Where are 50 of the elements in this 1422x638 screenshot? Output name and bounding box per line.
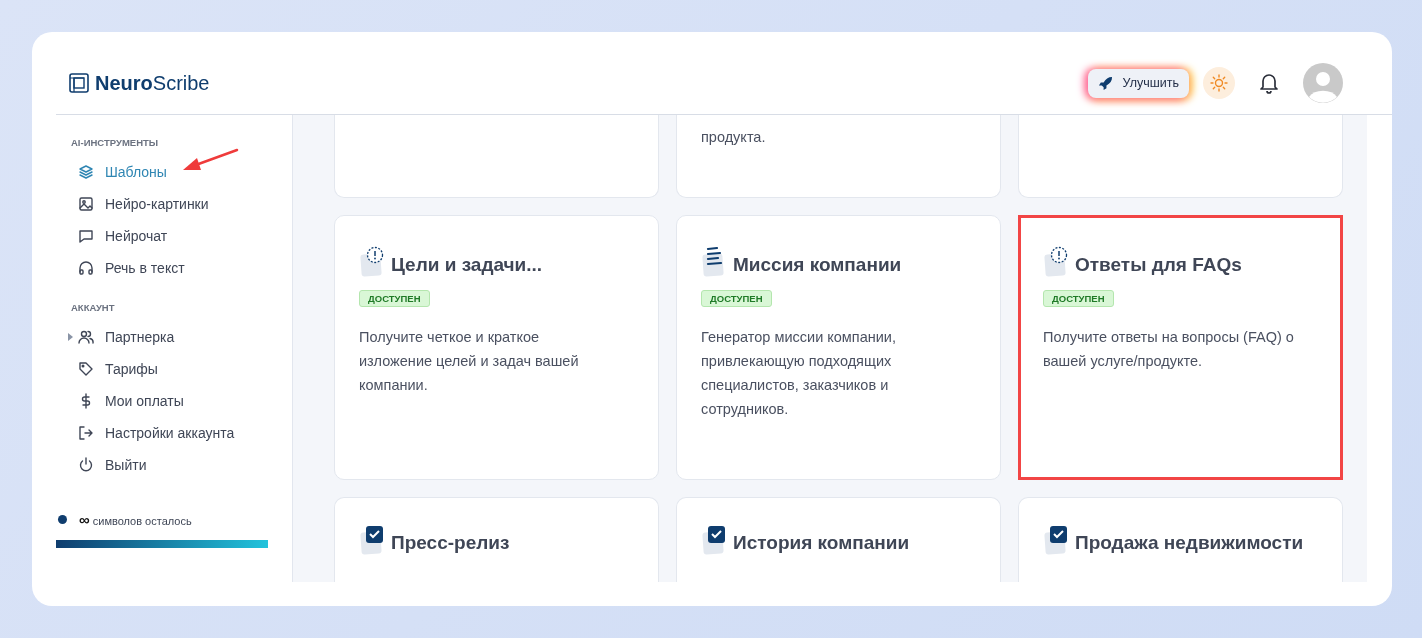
- status-badge: ДОСТУПЕН: [701, 290, 772, 307]
- image-icon: [78, 196, 94, 212]
- card-title: Цели и задачи...: [391, 254, 543, 277]
- card-title: Пресс-релиз: [391, 532, 510, 555]
- card-description: Получите ответы на вопросы (FAQ) о вашей услуге/продукте.: [1043, 328, 1295, 371]
- sun-icon: [1210, 74, 1228, 92]
- chat-icon: [78, 228, 94, 244]
- headphones-icon: [78, 260, 94, 276]
- sidebar-item[interactable]: Шаблоны: [56, 157, 167, 187]
- card[interactable]: Продажа недвижимости: [1018, 497, 1343, 582]
- card[interactable]: Миссия компании ДОСТУПЕН Генератор миссии компании, привлекающую подходящих специалистов, заказчиков и сотрудников.: [676, 215, 1001, 480]
- card-title: Миссия компании: [733, 254, 902, 277]
- card-description: Генератор миссии компании, привлекающую подходящих специалистов, заказчиков и сотрудников.: [701, 328, 897, 419]
- tag-icon: [78, 361, 94, 377]
- rocket-icon: [1097, 75, 1113, 91]
- card-title: История компании: [733, 532, 910, 555]
- sidebar-item[interactable]: Настройки аккаунта: [56, 418, 235, 448]
- power-icon: [78, 457, 94, 473]
- card[interactable]: продукта.: [676, 115, 1001, 198]
- status-badge: ДОСТУПЕН: [359, 290, 430, 307]
- sidebar-item[interactable]: Партнерка: [56, 322, 175, 352]
- sidebar-item[interactable]: Нейро-картинки: [56, 189, 209, 219]
- section-heading: AI-ИНСТРУМЕНТЫ: [71, 137, 160, 148]
- caret-icon[interactable]: [68, 333, 74, 341]
- upgrade-button[interactable]: Улучшить: [1087, 68, 1189, 98]
- layers-icon: [78, 164, 94, 180]
- card-title: Ответы для FAQs: [1075, 254, 1242, 277]
- sidebar-item[interactable]: Тарифы: [56, 354, 158, 384]
- users-icon: [78, 329, 94, 345]
- avatar[interactable]: [1303, 63, 1343, 103]
- sidebar-item[interactable]: Речь в текст: [56, 253, 185, 283]
- card-description: продукта.: [701, 128, 767, 147]
- card[interactable]: Ответы для FAQs ДОСТУПЕН Получите ответы на вопросы (FAQ) о вашей услуге/продукте.: [1018, 215, 1343, 480]
- balance-text: ∞ символов осталось: [79, 511, 192, 528]
- card[interactable]: Пресс-релиз: [334, 497, 659, 582]
- sidebar-item[interactable]: Нейрочат: [56, 221, 168, 251]
- logout-icon: [78, 425, 94, 441]
- bell-icon[interactable]: [1259, 72, 1279, 94]
- sidebar-item[interactable]: Мои оплаты: [56, 386, 184, 416]
- card-title: Продажа недвижимости: [1075, 532, 1304, 555]
- card-description: Получите четкое и краткое изложение целей и задач вашей компании.: [359, 328, 580, 395]
- sidebar-item[interactable]: Выйти: [56, 450, 147, 480]
- logo-icon: [69, 73, 89, 93]
- card[interactable]: Цели и задачи... ДОСТУПЕН Получите четкое и краткое изложение целей и задач вашей компании.: [334, 215, 659, 480]
- card[interactable]: История компании: [676, 497, 1001, 582]
- logo-text[interactable]: NeuroScribe: [95, 71, 210, 95]
- section-heading: АККАУНТ: [71, 302, 116, 313]
- status-badge: ДОСТУПЕН: [1043, 290, 1114, 307]
- theme-toggle[interactable]: [1203, 67, 1235, 99]
- status-dot: [58, 515, 67, 524]
